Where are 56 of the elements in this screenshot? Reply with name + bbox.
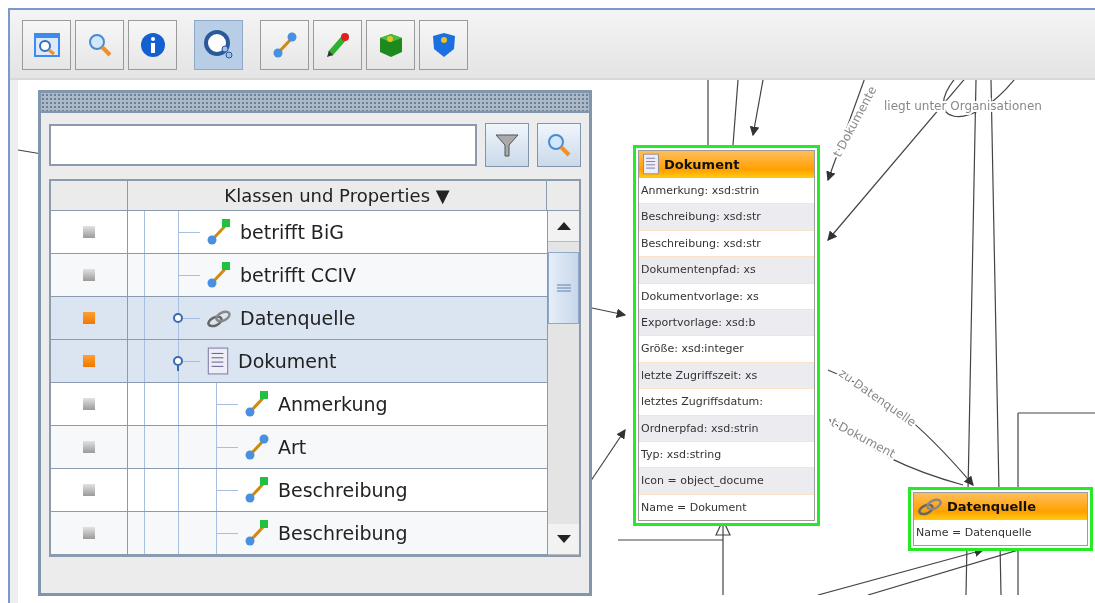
chain-icon <box>206 307 232 329</box>
toolbar-button[interactable] <box>194 20 243 70</box>
toolbar-button[interactable] <box>75 20 124 70</box>
datatype-property-icon <box>206 218 232 246</box>
tree-row[interactable]: Beschreibung <box>51 512 547 555</box>
tree-row[interactable]: Dokument <box>51 340 547 383</box>
tree-row[interactable]: Beschreibung <box>51 469 547 512</box>
datatype-property-icon <box>244 390 270 418</box>
panel-grip[interactable] <box>41 93 589 113</box>
class-attribute: Icon = object_docume <box>638 468 815 495</box>
zoom-window-icon <box>32 31 61 59</box>
filter-icon <box>494 131 520 159</box>
info-icon <box>138 31 167 59</box>
search-field[interactable] <box>49 124 477 166</box>
datatype-property-icon <box>206 261 232 289</box>
class-attribute: Dokumentenpfad: xs <box>638 257 815 284</box>
tree-label: Datenquelle <box>240 307 356 329</box>
search-icon <box>545 131 573 159</box>
scrollbar[interactable] <box>547 211 579 555</box>
up-arrow-icon[interactable] <box>556 222 571 230</box>
object-property-icon <box>244 433 270 461</box>
search-button[interactable] <box>537 123 581 167</box>
object-property-icon <box>271 31 298 59</box>
datatype-property-icon <box>244 476 270 504</box>
chain-icon <box>917 495 943 517</box>
toolbar-button[interactable] <box>22 20 71 70</box>
tree-label: Anmerkung <box>278 393 388 415</box>
document-icon <box>642 153 660 175</box>
tree-label: betrifft BiG <box>240 221 344 243</box>
class-attribute: Ordnerpfad: xsd:strin <box>638 415 815 442</box>
tree-row[interactable]: betrifft BiG <box>51 211 547 254</box>
class-title: Datenquelle <box>947 498 1036 514</box>
tree-row[interactable]: Anmerkung <box>51 383 547 426</box>
tree-label: Beschreibung <box>278 522 408 544</box>
toolbar-button[interactable] <box>313 20 362 70</box>
tree-row[interactable]: betrifft CCIV <box>51 254 547 297</box>
tree-row[interactable]: Art <box>51 426 547 469</box>
document-icon <box>206 347 230 375</box>
down-arrow-icon[interactable] <box>556 535 571 543</box>
class-attribute: letzte Zugriffszeit: xs <box>638 362 815 390</box>
tree-label: Beschreibung <box>278 479 408 501</box>
toolbar-button[interactable] <box>128 20 177 70</box>
class-view-icon <box>202 29 235 61</box>
toolbar-button[interactable] <box>260 20 309 70</box>
filter-button[interactable] <box>485 123 529 167</box>
datatype-property-icon <box>244 519 270 547</box>
class-title: Dokument <box>664 156 740 172</box>
tree-label: Dokument <box>238 350 337 372</box>
class-attribute: Exportvorlage: xsd:b <box>638 309 815 337</box>
tree-row[interactable]: Datenquelle <box>51 297 547 340</box>
grip-icon <box>556 284 571 292</box>
tree-label: Art <box>278 436 307 458</box>
toolbar-button[interactable] <box>366 20 415 70</box>
class-attribute: Beschreibung: xsd:str <box>638 204 815 231</box>
toolbar-button[interactable] <box>419 20 468 70</box>
tree-label: betrifft CCIV <box>240 264 356 286</box>
